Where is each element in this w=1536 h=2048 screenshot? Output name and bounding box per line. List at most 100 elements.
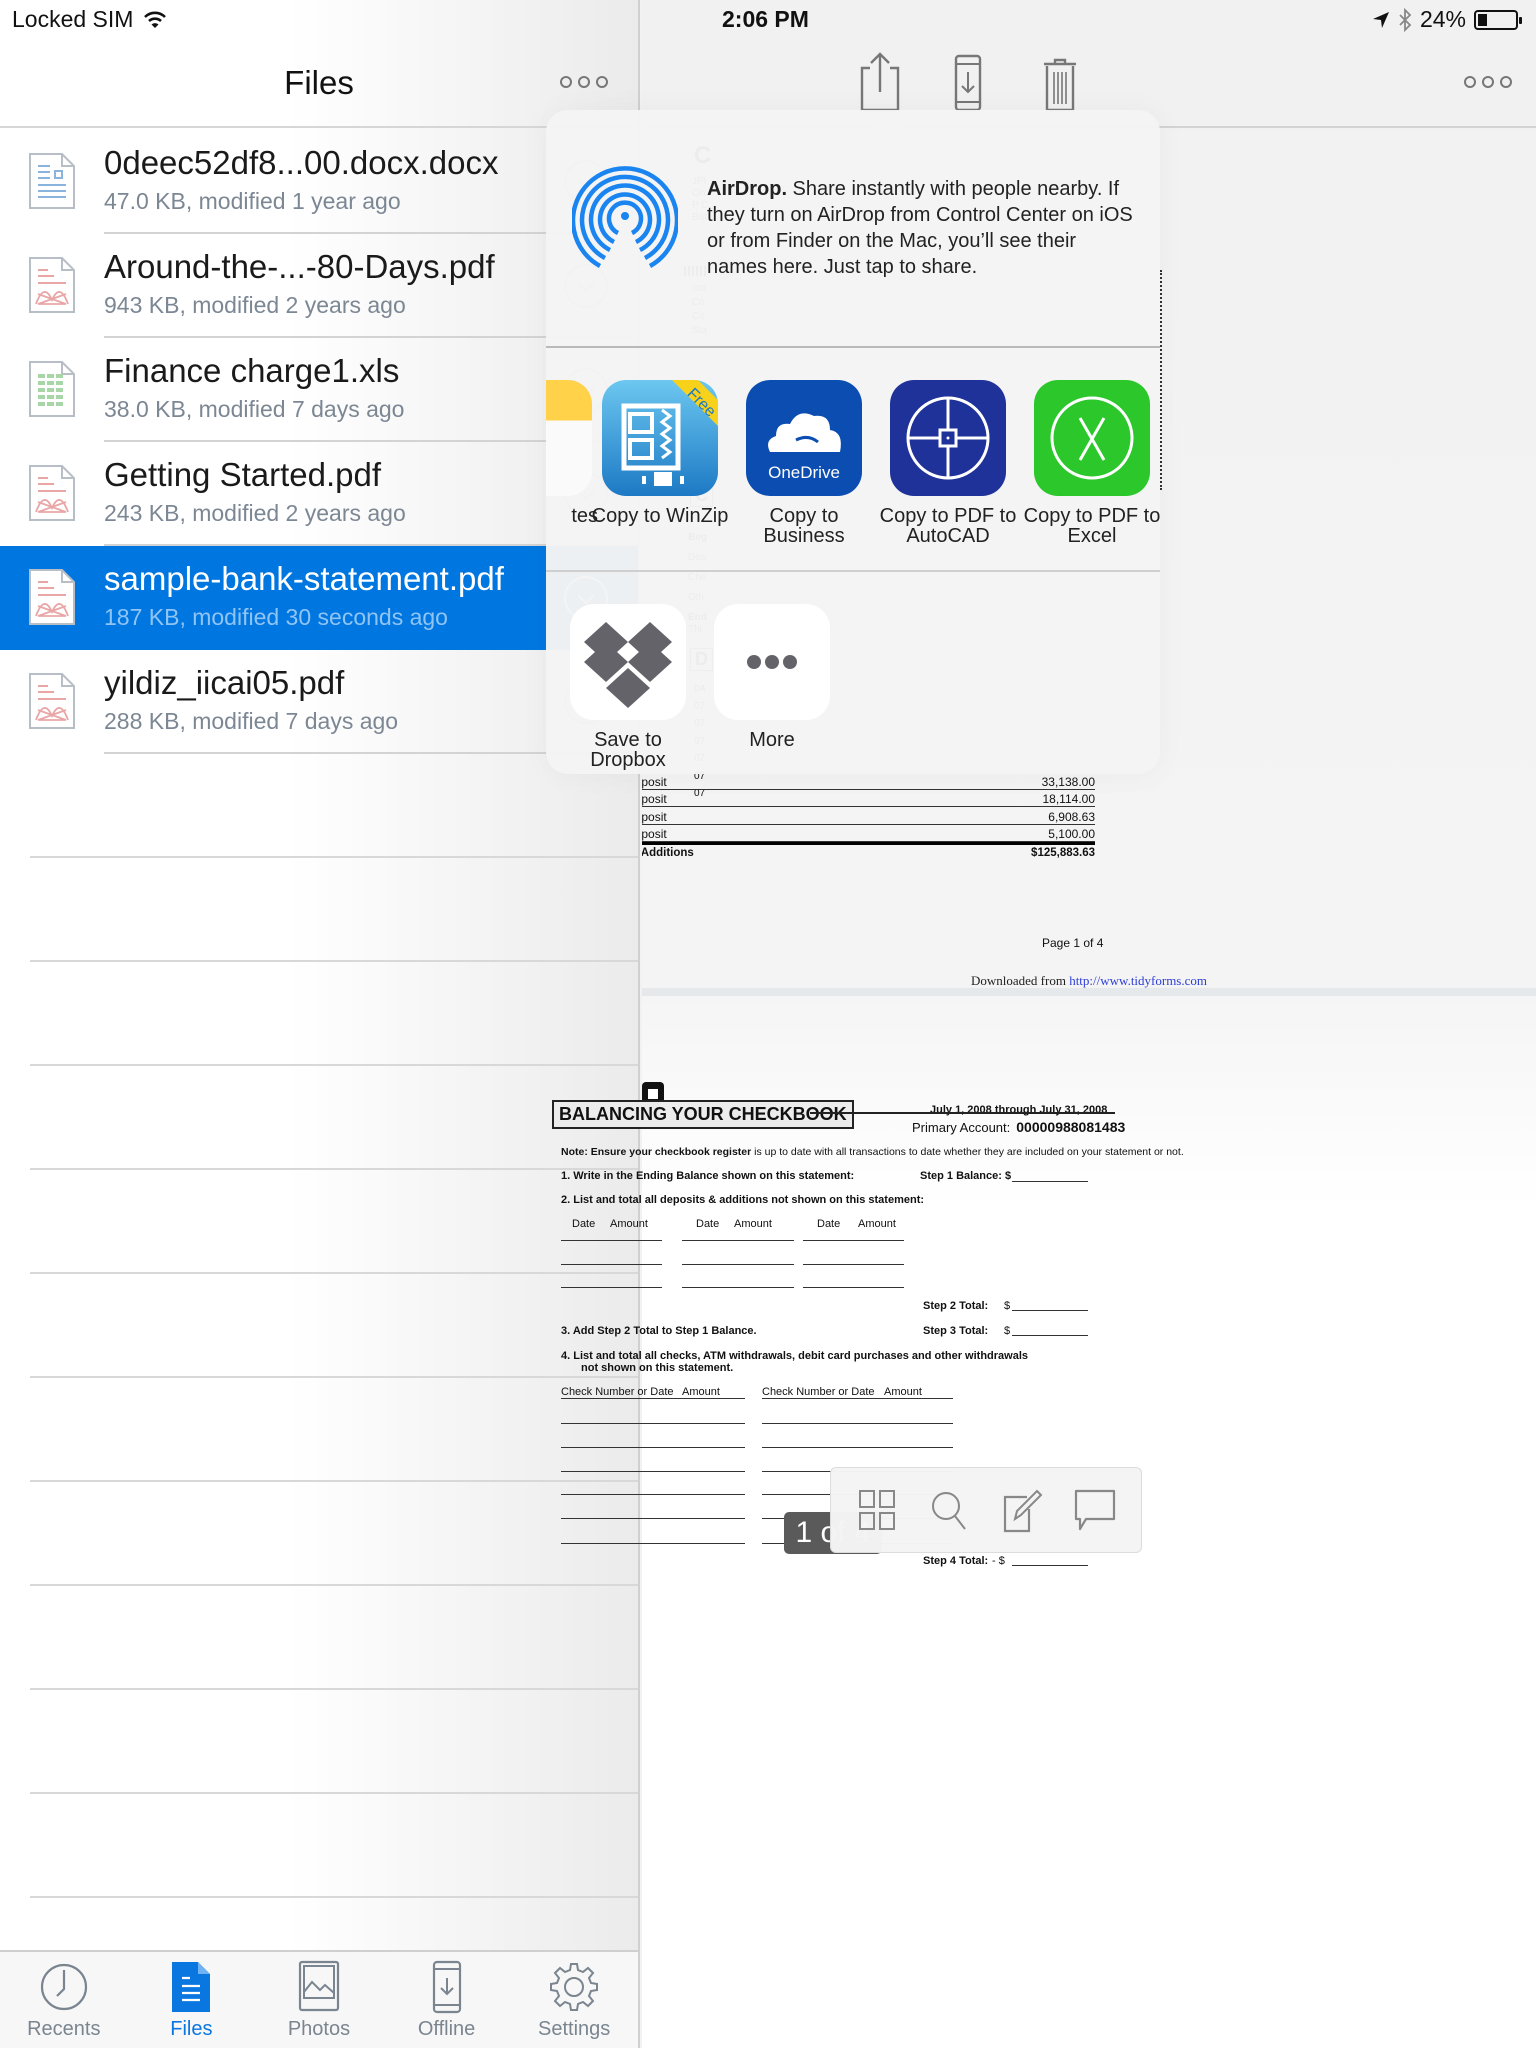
- battery-icon: [1474, 9, 1522, 30]
- airdrop-section: AirDrop. Share instantly with people nea…: [546, 110, 1160, 348]
- entry-line[interactable]: [803, 1240, 904, 1241]
- share-sheet: AirDrop. Share instantly with people nea…: [546, 110, 1160, 774]
- col-amount: Amount: [858, 1218, 896, 1230]
- entry-line[interactable]: [561, 1423, 745, 1424]
- file-row[interactable]: 0deec52df8...00.docx.docx 47.0 KB, modifi…: [0, 130, 638, 234]
- step-2-field[interactable]: [1012, 1310, 1088, 1311]
- dot-icon: [560, 76, 572, 88]
- step-1-field[interactable]: [1012, 1181, 1088, 1182]
- file-meta: 38.0 KB, modified 7 days ago: [104, 396, 405, 422]
- entry-line[interactable]: [803, 1287, 904, 1288]
- entry-line[interactable]: [682, 1264, 794, 1265]
- share-icon: [860, 52, 900, 112]
- deposit-amount: 33,138.00: [1041, 774, 1095, 789]
- notes-icon: [546, 380, 592, 496]
- entry-line[interactable]: [762, 1398, 953, 1399]
- share-button[interactable]: [850, 48, 910, 118]
- entry-line[interactable]: [561, 1543, 745, 1544]
- step-4-field[interactable]: [1012, 1565, 1088, 1566]
- offline-device-icon: [432, 1960, 461, 2014]
- file-row[interactable]: yildiz_iicai05.pdf 288 KB, modified 7 day…: [0, 650, 638, 754]
- entry-line[interactable]: [561, 1264, 662, 1265]
- col-check: Check Number or Date: [561, 1386, 674, 1398]
- status-bar-left: Locked SIM: [12, 6, 167, 33]
- offline-device-icon: [954, 54, 982, 112]
- pdf-file-icon: [28, 568, 76, 626]
- share-app-autocad[interactable]: Copy to PDF to AutoCAD: [878, 380, 1018, 546]
- tidyforms-link[interactable]: http://www.tidyforms.com: [1069, 973, 1207, 988]
- pdf-edge-fragment: [1160, 270, 1162, 490]
- entry-line[interactable]: [682, 1240, 794, 1241]
- gear-icon: [550, 1963, 599, 2011]
- edit-icon[interactable]: [999, 1487, 1045, 1533]
- entry-line[interactable]: [762, 1447, 953, 1448]
- file-row[interactable]: Getting Started.pdf 243 KB, modified 2 ye…: [0, 442, 638, 546]
- col-date: Date: [572, 1218, 596, 1230]
- minus-dollar: - $: [992, 1555, 1005, 1567]
- share-app-excel[interactable]: Copy to PDF to Excel: [1022, 380, 1160, 546]
- clock-icon: [40, 1963, 87, 2011]
- step-4-text: 4. List and total all checks, ATM withdr…: [561, 1350, 1029, 1362]
- share-app-label: Copy to PDF to Excel: [1023, 505, 1160, 547]
- onedrive-text: OneDrive: [768, 463, 840, 482]
- entry-line[interactable]: [561, 1287, 662, 1288]
- tab-files[interactable]: Files: [128, 1952, 256, 2048]
- file-name: yildiz_iicai05.pdf: [104, 664, 345, 701]
- status-time: 2:06 PM: [722, 6, 809, 32]
- search-icon[interactable]: [927, 1487, 973, 1533]
- entry-line[interactable]: [682, 1287, 794, 1288]
- tab-photos[interactable]: Photos: [255, 1952, 383, 2048]
- tab-settings[interactable]: Settings: [510, 1952, 638, 2048]
- deposit-row: 07/28Deposit18,114.00: [642, 790, 1096, 807]
- entry-line[interactable]: [561, 1447, 745, 1448]
- deposits-total-row: Total Deposits and Additions $125,883.63: [642, 842, 1095, 859]
- tab-label: Photos: [287, 2018, 351, 2040]
- file-name: 0deec52df8...00.docx.docx: [104, 144, 499, 181]
- dot-icon: [578, 76, 590, 88]
- tab-bar: Recents Files Photos Offline Settings: [0, 1950, 638, 2048]
- save-to-dropbox-action[interactable]: Save to Dropbox: [558, 604, 698, 770]
- file-row[interactable]: Around-the-...-80-Days.pdf 943 KB, modifi…: [0, 234, 638, 338]
- col-date: Date: [817, 1218, 841, 1230]
- battery-percent: 24%: [1419, 6, 1466, 32]
- entry-line[interactable]: [561, 1494, 745, 1495]
- dot-icon: [1464, 76, 1476, 88]
- deposit-row: 07/30Deposit5,100.00: [642, 825, 1095, 842]
- save-offline-button[interactable]: [938, 48, 998, 118]
- trash-icon: [1044, 58, 1076, 112]
- deposit-row: 07/23Deposit33,138.00: [642, 772, 1095, 790]
- page-number: Page 1 of 4: [1042, 936, 1104, 950]
- file-row[interactable]: sample-bank-statement.pdf 187 KB, modifie…: [0, 546, 638, 650]
- col-amount: Amount: [734, 1218, 772, 1230]
- file-name: Finance charge1.xls: [104, 352, 400, 389]
- entry-line[interactable]: [561, 1398, 745, 1399]
- col-date: Date: [696, 1218, 720, 1230]
- entry-line[interactable]: [803, 1264, 904, 1265]
- file-row[interactable]: Finance charge1.xls 38.0 KB, modified 7 d…: [0, 338, 638, 442]
- pdf-file-icon: [28, 256, 76, 314]
- entry-line[interactable]: [561, 1518, 745, 1519]
- file-meta: 47.0 KB, modified 1 year ago: [104, 188, 401, 214]
- delete-button[interactable]: [1030, 48, 1090, 118]
- col-amount: Amount: [610, 1218, 648, 1230]
- entry-line[interactable]: [561, 1471, 745, 1472]
- onedrive-icon: OneDrive: [746, 380, 862, 496]
- airdrop-icon: [572, 166, 678, 268]
- files-more-button[interactable]: [560, 76, 608, 88]
- tab-offline[interactable]: Offline: [383, 1952, 511, 2048]
- status-bar-right: 24%: [1372, 6, 1522, 33]
- action-label: More: [749, 729, 795, 751]
- share-app-onedrive[interactable]: OneDrive Copy to Business: [734, 380, 874, 546]
- thumbnails-icon[interactable]: [854, 1487, 900, 1533]
- step-3-field[interactable]: [1012, 1335, 1088, 1336]
- entry-line[interactable]: [762, 1423, 953, 1424]
- share-app-winzip[interactable]: Free Copy to WinZip: [590, 380, 730, 526]
- tab-recents[interactable]: Recents: [0, 1952, 128, 2048]
- entry-line[interactable]: [561, 1240, 662, 1241]
- comment-icon[interactable]: [1072, 1487, 1118, 1533]
- deposit-amount: 18,114.00: [1042, 792, 1096, 806]
- step-2-total-label: Step 2 Total:: [923, 1300, 989, 1312]
- more-action[interactable]: More: [702, 604, 842, 750]
- share-actions-row: Save to Dropbox More: [546, 574, 1160, 774]
- document-more-button[interactable]: [1464, 76, 1512, 88]
